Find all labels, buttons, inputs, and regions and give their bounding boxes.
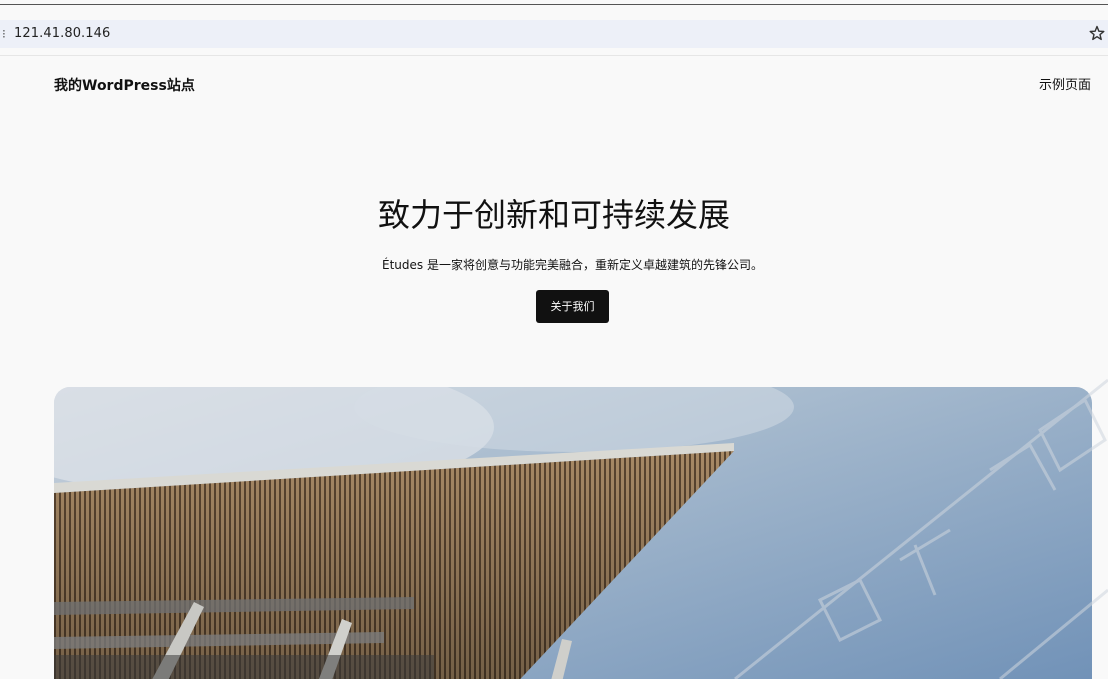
address-bar[interactable]: ⁝ 121.41.80.146	[0, 20, 1108, 48]
star-icon[interactable]	[1088, 23, 1106, 43]
browser-viewport: ⁝ 121.41.80.146 我的WordPress站点 示例页面 致力于创新…	[0, 0, 1108, 679]
site-info-icon[interactable]: ⁝	[2, 26, 6, 42]
hero-subheading: Études 是一家将创意与功能完美融合，重新定义卓越建筑的先锋公司。	[382, 258, 763, 272]
nav-link-sample-page[interactable]: 示例页面	[1039, 77, 1091, 95]
cover-image	[54, 387, 1092, 679]
window-top-border	[0, 4, 1108, 5]
about-us-button[interactable]: 关于我们	[536, 290, 609, 323]
address-url[interactable]: 121.41.80.146	[14, 25, 110, 43]
address-bar-divider	[0, 55, 1108, 56]
hero-heading: 致力于创新和可持续发展	[377, 196, 730, 234]
site-title[interactable]: 我的WordPress站点	[54, 77, 195, 95]
